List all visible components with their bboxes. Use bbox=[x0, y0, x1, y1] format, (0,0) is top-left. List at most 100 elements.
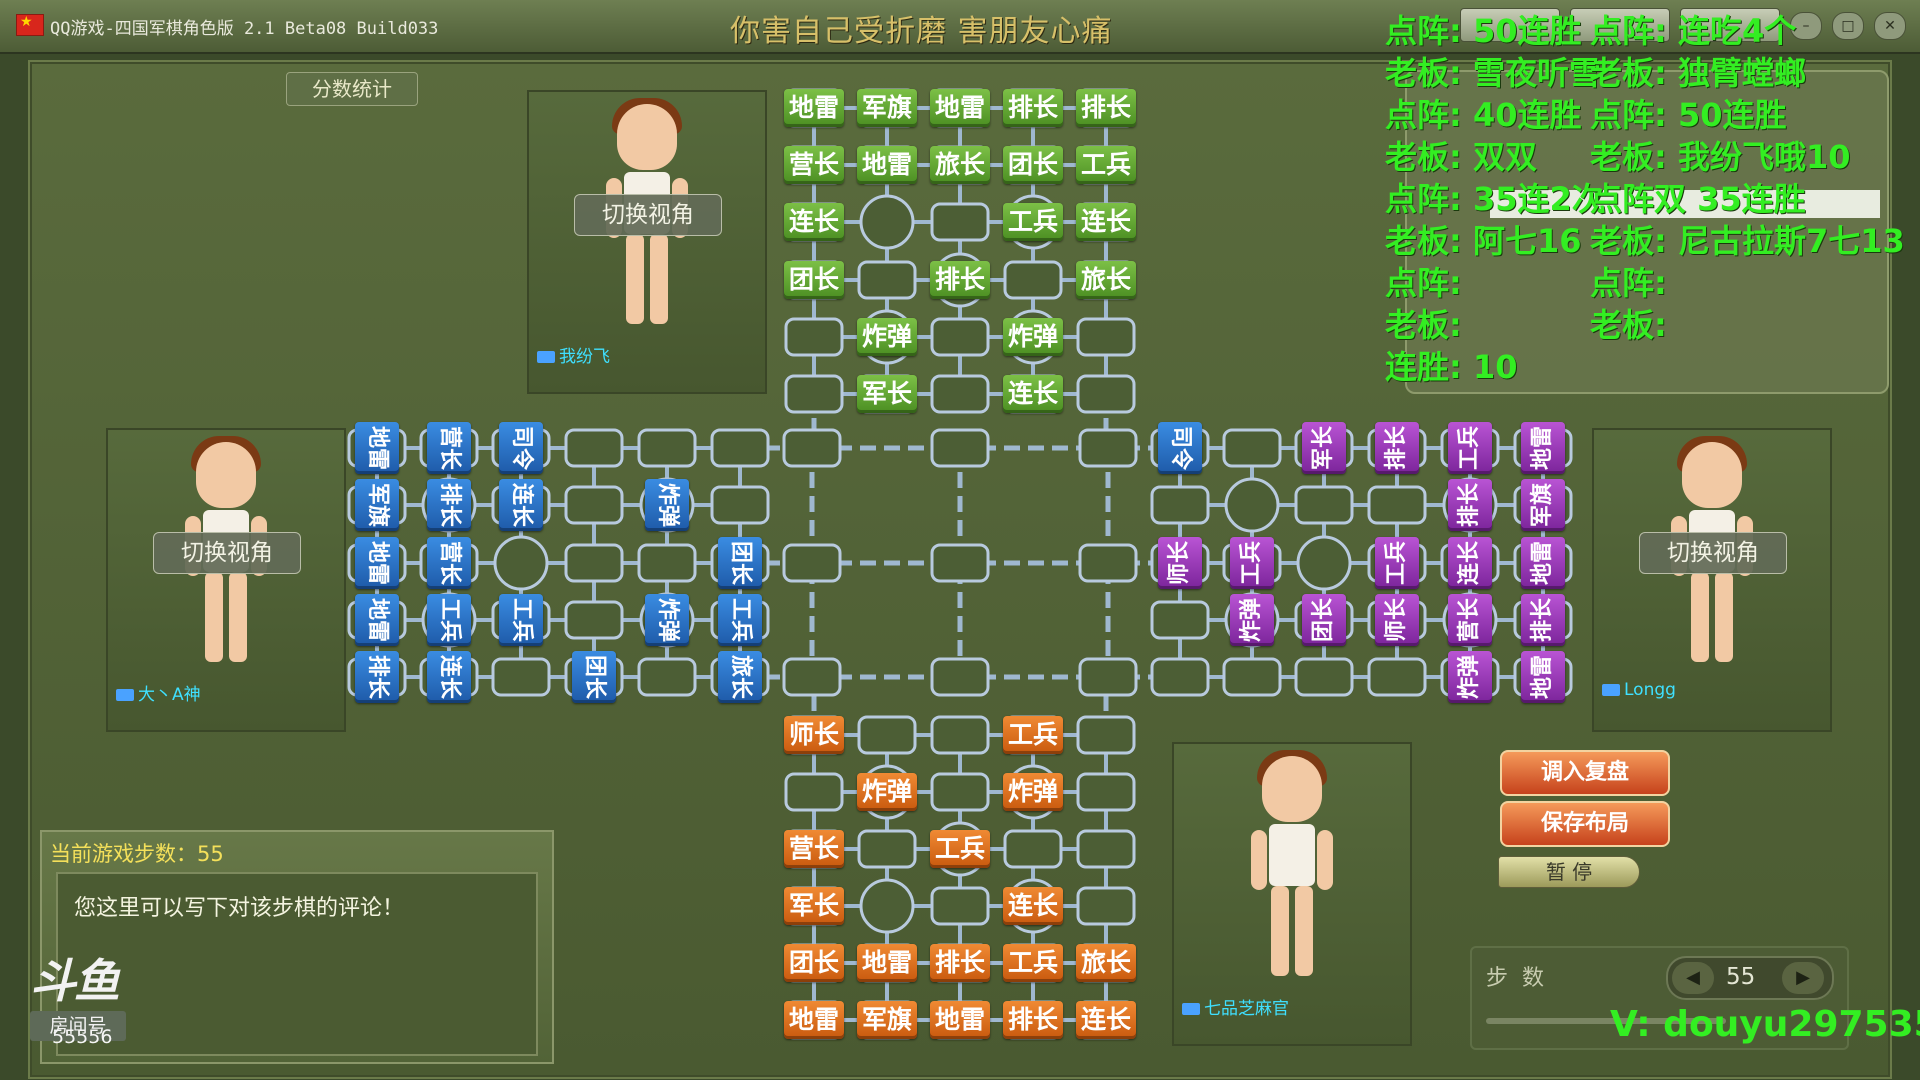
game-piece[interactable]: 排长 bbox=[1521, 594, 1565, 646]
game-piece[interactable]: 地雷 bbox=[784, 1001, 844, 1039]
game-piece[interactable]: 军旗 bbox=[857, 89, 917, 127]
game-piece[interactable]: 工兵 bbox=[1076, 146, 1136, 184]
game-piece[interactable]: 师长 bbox=[1375, 594, 1419, 646]
game-piece[interactable]: 军长 bbox=[857, 375, 917, 413]
game-piece[interactable]: 排长 bbox=[1003, 1001, 1063, 1039]
game-piece[interactable]: 工兵 bbox=[718, 594, 762, 646]
game-piece[interactable]: 地雷 bbox=[857, 146, 917, 184]
game-piece[interactable]: 炸弹 bbox=[857, 318, 917, 356]
game-piece[interactable]: 炸弹 bbox=[1230, 594, 1274, 646]
game-piece[interactable]: 工兵 bbox=[930, 830, 990, 868]
board-slot bbox=[1222, 428, 1282, 468]
game-piece[interactable]: 营长 bbox=[784, 146, 844, 184]
game-piece[interactable]: 地雷 bbox=[784, 89, 844, 127]
game-piece[interactable]: 工兵 bbox=[1448, 422, 1492, 474]
game-piece[interactable]: 炸弹 bbox=[1003, 773, 1063, 811]
load-replay-button[interactable]: 调入复盘 bbox=[1500, 750, 1670, 796]
game-piece[interactable]: 排长 bbox=[1003, 89, 1063, 127]
game-piece[interactable]: 连长 bbox=[499, 479, 543, 531]
game-piece[interactable]: 连长 bbox=[1003, 887, 1063, 925]
game-piece[interactable]: 工兵 bbox=[1375, 537, 1419, 589]
game-piece[interactable]: 军旗 bbox=[355, 479, 399, 531]
board-slot bbox=[1078, 543, 1138, 583]
game-piece[interactable]: 连长 bbox=[1076, 1001, 1136, 1039]
game-piece[interactable]: 团长 bbox=[784, 261, 844, 299]
game-piece[interactable]: 排长 bbox=[1448, 479, 1492, 531]
room-number: 55556 bbox=[52, 1026, 113, 1048]
game-piece[interactable]: 工兵 bbox=[1003, 203, 1063, 241]
next-step-icon[interactable]: ▶ bbox=[1782, 962, 1824, 994]
board-slot bbox=[930, 772, 990, 812]
game-piece[interactable]: 连长 bbox=[1076, 203, 1136, 241]
game-piece[interactable]: 连长 bbox=[1448, 537, 1492, 589]
game-piece[interactable]: 军长 bbox=[1302, 422, 1346, 474]
board-slot bbox=[857, 715, 917, 755]
game-piece[interactable]: 连长 bbox=[784, 203, 844, 241]
game-piece[interactable]: 连长 bbox=[427, 651, 471, 703]
game-piece[interactable]: 军长 bbox=[784, 887, 844, 925]
game-piece[interactable]: 工兵 bbox=[1003, 716, 1063, 754]
game-piece[interactable]: 排长 bbox=[930, 944, 990, 982]
game-piece[interactable]: 营长 bbox=[784, 830, 844, 868]
game-piece[interactable]: 旅长 bbox=[718, 651, 762, 703]
game-piece[interactable]: 炸弹 bbox=[645, 479, 689, 531]
game-piece[interactable]: 炸弹 bbox=[645, 594, 689, 646]
step-stepper: ◀ 55 ▶ bbox=[1666, 956, 1834, 1000]
game-piece[interactable]: 团长 bbox=[1003, 146, 1063, 184]
overlay-line: 老板: bbox=[1590, 306, 1667, 344]
game-piece[interactable]: 师长 bbox=[1158, 537, 1202, 589]
save-layout-button[interactable]: 保存布局 bbox=[1500, 801, 1670, 847]
game-piece[interactable]: 排长 bbox=[1375, 422, 1419, 474]
game-piece[interactable]: 工兵 bbox=[427, 594, 471, 646]
game-piece[interactable]: 炸弹 bbox=[1003, 318, 1063, 356]
game-piece[interactable]: 连长 bbox=[1003, 375, 1063, 413]
game-piece[interactable]: 工兵 bbox=[1230, 537, 1274, 589]
prev-step-icon[interactable]: ◀ bbox=[1672, 962, 1714, 994]
overlay-line: 点阵: 50连胜 bbox=[1590, 96, 1787, 134]
game-piece[interactable]: 排长 bbox=[1076, 89, 1136, 127]
game-piece[interactable]: 地雷 bbox=[930, 1001, 990, 1039]
board-slot bbox=[930, 543, 990, 583]
game-piece[interactable]: 司令 bbox=[1158, 422, 1202, 474]
game-piece[interactable]: 旅长 bbox=[1076, 944, 1136, 982]
game-piece[interactable]: 地雷 bbox=[355, 422, 399, 474]
game-piece[interactable]: 炸弹 bbox=[857, 773, 917, 811]
overlay-line: 老板: 阿七16 bbox=[1385, 222, 1582, 260]
game-piece[interactable]: 地雷 bbox=[355, 594, 399, 646]
game-piece[interactable]: 旅长 bbox=[930, 146, 990, 184]
board-slot bbox=[1076, 829, 1136, 869]
game-piece[interactable]: 排长 bbox=[427, 479, 471, 531]
game-piece[interactable]: 工兵 bbox=[1003, 944, 1063, 982]
game-piece[interactable]: 军旗 bbox=[857, 1001, 917, 1039]
game-piece[interactable]: 军旗 bbox=[1521, 479, 1565, 531]
game-piece[interactable]: 司令 bbox=[499, 422, 543, 474]
game-piece[interactable]: 营长 bbox=[1448, 594, 1492, 646]
camp-slot bbox=[859, 878, 915, 934]
game-piece[interactable]: 师长 bbox=[784, 716, 844, 754]
board-slot bbox=[637, 428, 697, 468]
game-piece[interactable]: 排长 bbox=[930, 261, 990, 299]
board-slot bbox=[1294, 485, 1354, 525]
game-piece[interactable]: 营长 bbox=[427, 422, 471, 474]
game-piece[interactable]: 地雷 bbox=[355, 537, 399, 589]
game-piece[interactable]: 地雷 bbox=[857, 944, 917, 982]
game-piece[interactable]: 营长 bbox=[427, 537, 471, 589]
overlay-line: 点阵: 连吃4个 bbox=[1590, 12, 1797, 50]
board-slot bbox=[1150, 485, 1210, 525]
game-piece[interactable]: 地雷 bbox=[1521, 422, 1565, 474]
game-piece[interactable]: 地雷 bbox=[1521, 651, 1565, 703]
overlay-line: 老板: 尼古拉斯7七13 bbox=[1590, 222, 1905, 260]
game-piece[interactable]: 团长 bbox=[718, 537, 762, 589]
pause-button[interactable]: 暂 停 bbox=[1498, 856, 1640, 888]
game-piece[interactable]: 排长 bbox=[355, 651, 399, 703]
game-piece[interactable]: 地雷 bbox=[1521, 537, 1565, 589]
game-piece[interactable]: 炸弹 bbox=[1448, 651, 1492, 703]
game-piece[interactable]: 团长 bbox=[572, 651, 616, 703]
board-slot bbox=[491, 657, 551, 697]
game-piece[interactable]: 地雷 bbox=[930, 89, 990, 127]
game-piece[interactable]: 团长 bbox=[784, 944, 844, 982]
game-piece[interactable]: 工兵 bbox=[499, 594, 543, 646]
game-piece[interactable]: 团长 bbox=[1302, 594, 1346, 646]
overlay-line: 点阵: 40连胜 bbox=[1385, 96, 1582, 134]
game-piece[interactable]: 旅长 bbox=[1076, 261, 1136, 299]
